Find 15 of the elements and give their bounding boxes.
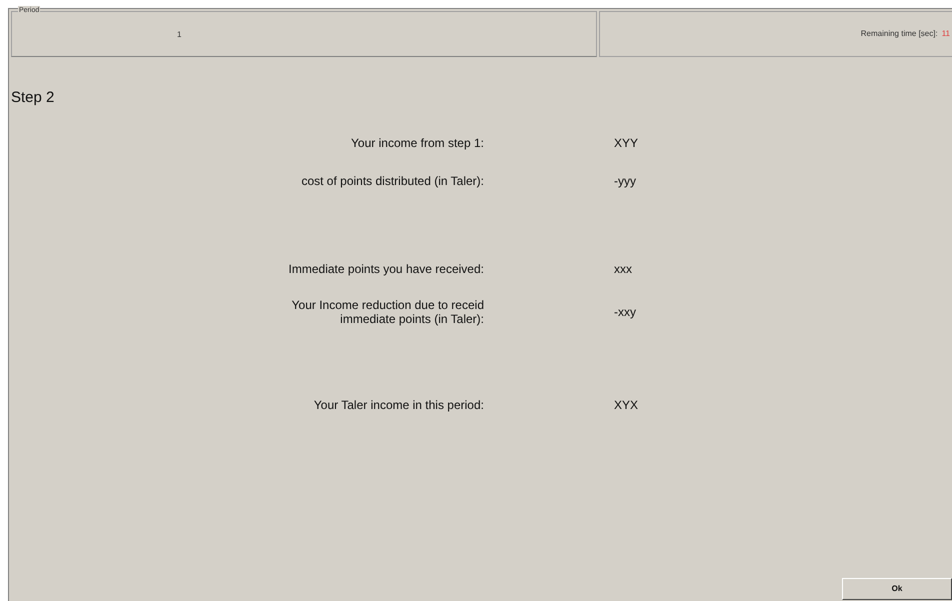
timer-value: 11 <box>942 28 950 40</box>
timer-label: Remaining time [sec]: <box>860 28 938 40</box>
row-label: Your Taler income in this period: <box>314 398 484 412</box>
row-value: XYX <box>614 396 638 414</box>
period-value: 1 <box>177 29 182 41</box>
row-value: -xxy <box>614 304 636 320</box>
row-label: Your Income reduction due to receid immediate points (in Taler): <box>292 298 484 326</box>
row-value: xxx <box>614 260 632 278</box>
row-label: Your income from step 1: <box>351 136 484 150</box>
row-value: -yyy <box>614 172 636 190</box>
ok-button[interactable]: Ok <box>842 578 952 600</box>
row-value: XYY <box>614 134 638 152</box>
row-label: cost of points distributed (in Taler): <box>301 174 484 188</box>
step-title: Step 2 <box>11 88 54 108</box>
row-label: Immediate points you have received: <box>288 262 484 276</box>
